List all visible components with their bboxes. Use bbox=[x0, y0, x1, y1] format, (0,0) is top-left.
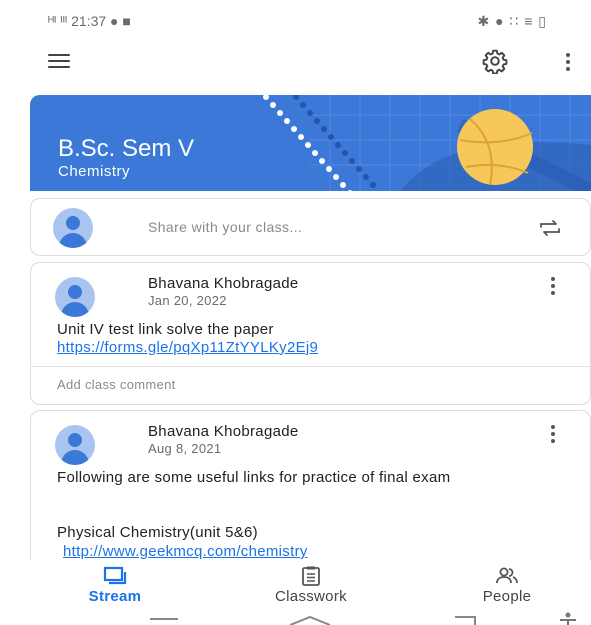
post-author: Bhavana Khobragade bbox=[148, 275, 299, 292]
hamburger-icon[interactable] bbox=[48, 54, 70, 68]
tab-stream-label: Stream bbox=[88, 588, 142, 605]
class-title: B.Sc. Sem V bbox=[58, 135, 195, 162]
post-author: Bhavana Khobragade bbox=[148, 423, 299, 440]
post-text: Following are some useful links for prac… bbox=[57, 469, 451, 486]
tab-stream[interactable]: Stream bbox=[70, 560, 160, 608]
post-overflow-icon[interactable] bbox=[549, 277, 557, 295]
announcement-card: Bhavana Khobragade Jan 20, 2022 Unit IV … bbox=[30, 262, 591, 405]
tab-classwork-label: Classwork bbox=[275, 588, 347, 605]
tab-classwork[interactable]: Classwork bbox=[250, 560, 372, 608]
post-text: Unit IV test link solve the paper bbox=[57, 321, 274, 338]
back-button[interactable] bbox=[455, 616, 476, 625]
status-bar: ᴴᴵ ᴵᴵᴵ 21:37 ● ■ ✱ ● ∷ ≡ ▯ bbox=[0, 0, 591, 34]
bottom-navigation: Stream Classwork People bbox=[0, 560, 591, 610]
post-overflow-icon[interactable] bbox=[549, 425, 557, 443]
class-subtitle: Chemistry bbox=[58, 163, 131, 180]
class-banner[interactable]: B.Sc. Sem V Chemistry bbox=[30, 95, 591, 191]
system-navigation-bar bbox=[0, 611, 591, 625]
post-date: Jan 20, 2022 bbox=[148, 293, 227, 308]
tab-people-label: People bbox=[482, 588, 532, 605]
repost-icon[interactable] bbox=[538, 217, 562, 239]
status-left: ᴴᴵ ᴵᴵᴵ 21:37 ● ■ bbox=[48, 13, 131, 29]
post-link[interactable]: https://forms.gle/pqXp11ZtYYLKy2Ej9 bbox=[57, 339, 318, 356]
accessibility-icon[interactable] bbox=[560, 612, 576, 625]
home-button[interactable] bbox=[289, 615, 331, 625]
gear-icon[interactable] bbox=[482, 48, 508, 74]
classwork-icon bbox=[302, 566, 320, 586]
share-placeholder: Share with your class... bbox=[148, 219, 303, 235]
post-text-secondary: Physical Chemistry(unit 5&6) bbox=[57, 524, 258, 541]
stream-icon bbox=[103, 566, 127, 585]
app-bar bbox=[0, 34, 591, 90]
post-date: Aug 8, 2021 bbox=[148, 441, 222, 456]
announcement-card: Bhavana Khobragade Aug 8, 2021 Following… bbox=[30, 410, 591, 575]
tab-people[interactable]: People bbox=[462, 560, 552, 608]
avatar bbox=[55, 277, 95, 317]
overflow-menu-icon[interactable] bbox=[560, 50, 576, 74]
post-link[interactable]: http://www.geekmcq.com/chemistry bbox=[63, 543, 308, 560]
share-with-class-box[interactable]: Share with your class... bbox=[30, 198, 591, 256]
status-right: ✱ ● ∷ ≡ ▯ bbox=[477, 12, 547, 29]
divider bbox=[31, 366, 590, 367]
avatar bbox=[55, 425, 95, 465]
people-icon bbox=[496, 567, 518, 584]
avatar bbox=[53, 208, 93, 248]
add-class-comment[interactable]: Add class comment bbox=[57, 377, 176, 392]
